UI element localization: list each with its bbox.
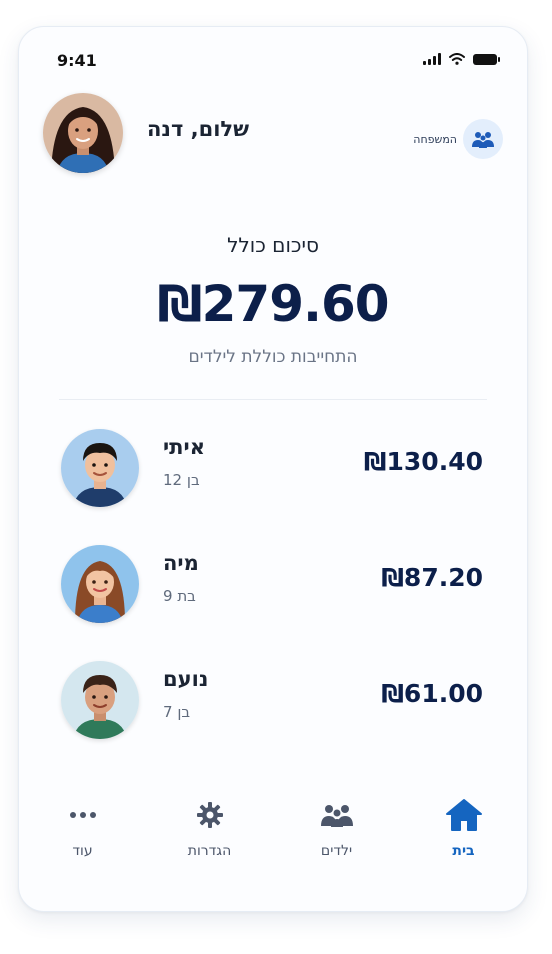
- child-balance: ₪61.00: [381, 679, 483, 708]
- status-icons: [423, 53, 500, 65]
- family-label: המשפחה: [413, 132, 457, 146]
- child-balance: ₪87.20: [381, 563, 483, 592]
- child-balance: ₪130.40: [363, 447, 483, 476]
- nav-home[interactable]: בית: [409, 797, 519, 887]
- family-group-icon: [463, 119, 503, 159]
- nav-children[interactable]: ילדים: [282, 797, 392, 887]
- children-group-icon: [320, 797, 354, 833]
- child-name: מיה: [163, 551, 199, 575]
- nav-more[interactable]: עוד: [28, 797, 138, 887]
- child-name: נועם: [163, 667, 209, 691]
- child-row-itai[interactable]: איתי בן 12 ₪130.40: [39, 417, 507, 517]
- summary-title: סיכום כולל: [227, 233, 319, 257]
- profile-avatar[interactable]: [43, 93, 123, 173]
- cellular-signal-icon: [423, 53, 441, 65]
- greeting-text: שלום, דנה: [147, 117, 250, 141]
- child-age: בן 7: [163, 703, 191, 721]
- child-name: איתי: [163, 435, 205, 459]
- child-row-noam[interactable]: נועם בן 7 ₪61.00: [39, 649, 507, 749]
- bottom-nav: בית ילדים הגדרות עוד: [19, 797, 527, 887]
- total-amount: ₪279.60: [157, 275, 389, 333]
- child-avatar: [61, 661, 139, 739]
- child-avatar: [61, 429, 139, 507]
- nav-more-label: עוד: [72, 843, 93, 859]
- home-icon: [445, 797, 483, 833]
- child-age: בן 12: [163, 471, 200, 489]
- summary-subtitle: התחייבות כוללת לילדים: [188, 347, 358, 367]
- wifi-icon: [449, 53, 465, 65]
- gear-icon: [196, 797, 224, 833]
- child-age: בת 9: [163, 587, 196, 605]
- nav-children-label: ילדים: [320, 843, 353, 859]
- battery-icon: [473, 54, 500, 65]
- child-avatar: [61, 545, 139, 623]
- family-button[interactable]: המשפחה: [413, 119, 503, 159]
- nav-settings[interactable]: הגדרות: [155, 797, 265, 887]
- nav-settings-label: הגדרות: [187, 843, 232, 859]
- nav-home-label: בית: [452, 843, 475, 859]
- phone-screen: 9:41 שלום, דנה המשפחה סיכום כולל ₪279.60…: [18, 26, 528, 912]
- more-dots-icon: [69, 797, 97, 833]
- status-time: 9:41: [57, 51, 97, 70]
- divider: [59, 399, 487, 400]
- child-row-mia[interactable]: מיה בת 9 ₪87.20: [39, 533, 507, 633]
